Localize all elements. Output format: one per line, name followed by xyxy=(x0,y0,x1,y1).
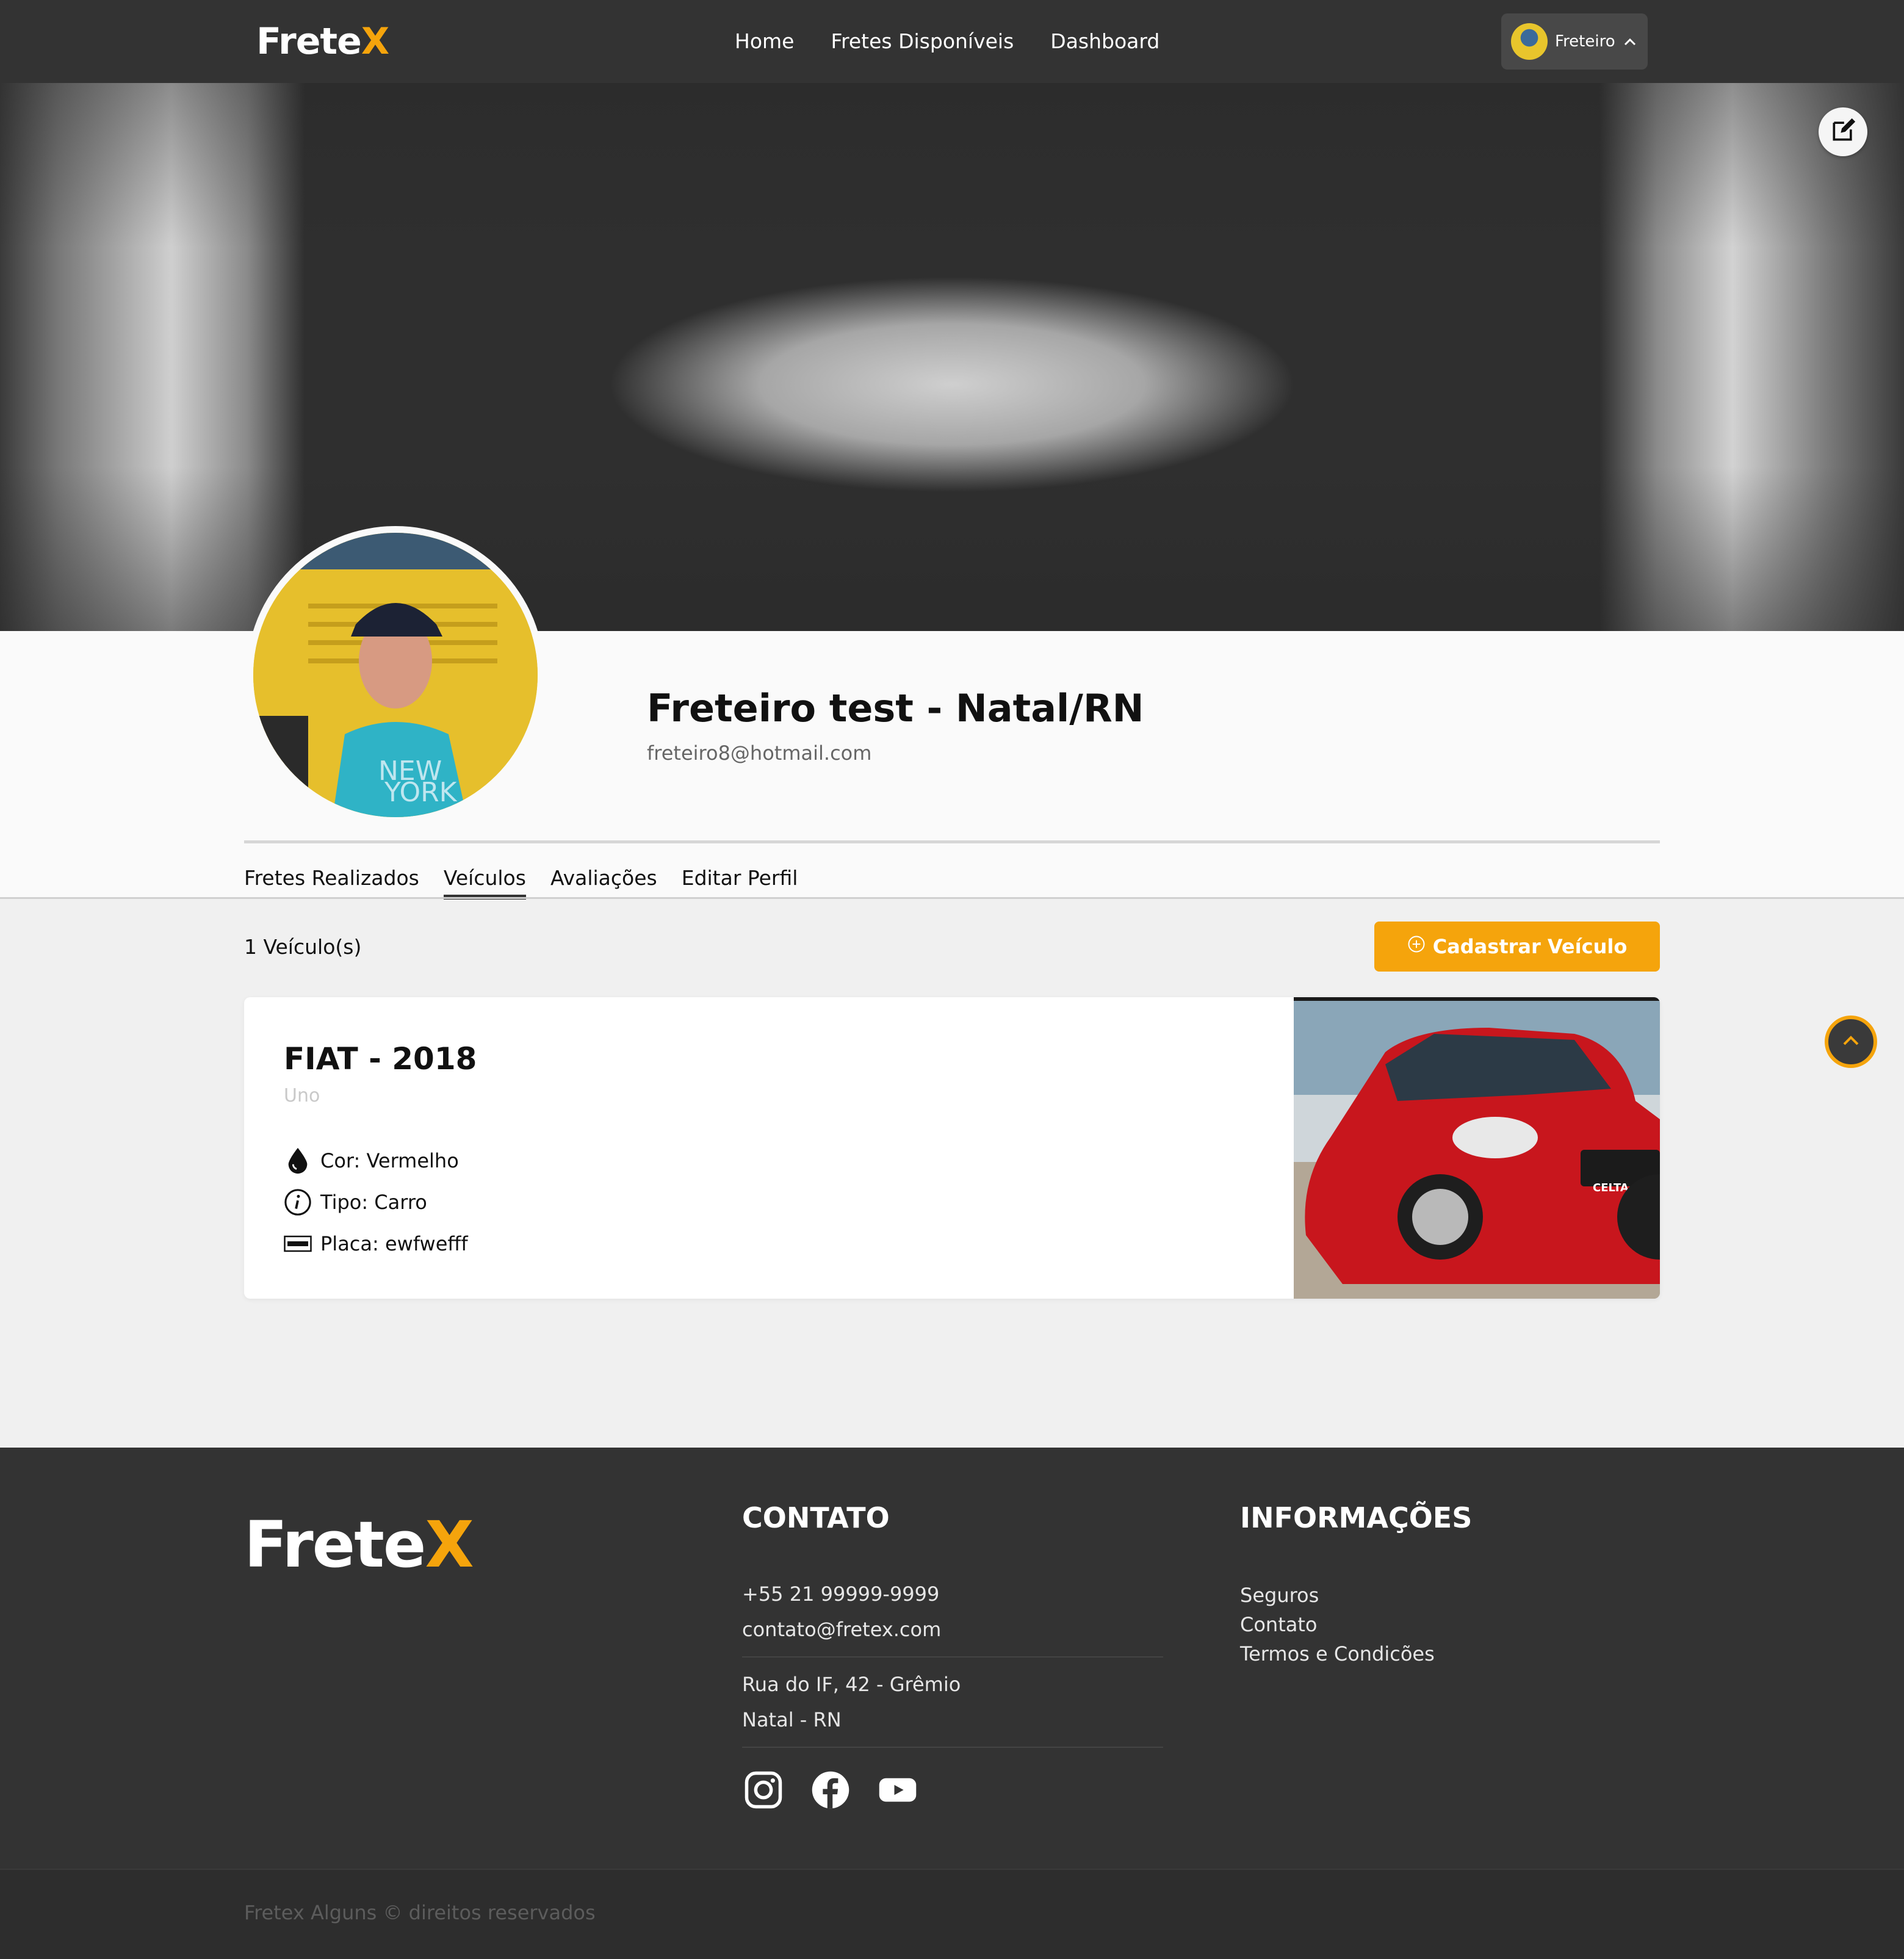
vehicle-photo-text: CELTA xyxy=(1593,1182,1629,1194)
footer-link-seguros[interactable]: Seguros xyxy=(1240,1581,1319,1610)
footer-info-heading: INFORMAÇÕES xyxy=(1240,1501,1473,1534)
vehicle-card[interactable]: FIAT - 2018 Uno Cor: Vermelho Tipo: Carr… xyxy=(244,997,1660,1299)
vehicle-model: Uno xyxy=(284,1085,320,1106)
tab-editar-perfil[interactable]: Editar Perfil xyxy=(682,860,798,896)
info-icon xyxy=(284,1188,312,1216)
user-menu-label: Freteiro xyxy=(1555,32,1615,51)
youtube-icon[interactable] xyxy=(876,1769,919,1811)
vehicle-type-row: Tipo: Carro xyxy=(284,1188,427,1217)
profile-name: Freteiro test - Natal/RN xyxy=(647,686,1144,731)
vehicle-color: Cor: Vermelho xyxy=(320,1149,459,1172)
footer-address-line2: Natal - RN xyxy=(742,1708,842,1731)
instagram-icon[interactable] xyxy=(742,1769,785,1811)
vehicle-count: 1 Veículo(s) xyxy=(244,935,362,959)
footer-address-line1: Rua do IF, 42 - Grêmio xyxy=(742,1673,961,1696)
footer-link-termos[interactable]: Termos e Condicões xyxy=(1240,1639,1435,1669)
edit-cover-button[interactable] xyxy=(1819,107,1867,156)
profile-avatar-frame: NEW YORK xyxy=(247,526,544,824)
vehicle-type: Tipo: Carro xyxy=(320,1191,427,1214)
tab-veiculos[interactable]: Veículos xyxy=(443,860,527,900)
scroll-to-top-button[interactable] xyxy=(1825,1016,1877,1068)
footer-phone[interactable]: +55 21 99999-9999 xyxy=(742,1579,939,1609)
droplet-icon xyxy=(284,1147,312,1175)
plus-circle-icon xyxy=(1407,935,1426,958)
copyright-text: Fretex Alguns © direitos reservados xyxy=(244,1901,596,1924)
footer-contact-heading: CONTATO xyxy=(742,1501,890,1534)
nav-dashboard-link[interactable]: Dashboard xyxy=(1050,27,1159,56)
chevron-up-icon xyxy=(1842,1034,1860,1049)
profile-divider xyxy=(244,840,1660,843)
top-navbar: FreteX Home Fretes Disponíveis Dashboard… xyxy=(0,0,1904,83)
facebook-icon[interactable] xyxy=(809,1769,852,1811)
profile-email: freteiro8@hotmail.com xyxy=(647,741,872,765)
social-links xyxy=(742,1769,919,1811)
profile-avatar[interactable]: NEW YORK xyxy=(253,533,538,817)
footer-email[interactable]: contato@fretex.com xyxy=(742,1615,941,1644)
vehicle-plate: Placa: ewfwefff xyxy=(320,1232,468,1255)
cover-image xyxy=(0,83,1904,631)
nav-fretes-link[interactable]: Fretes Disponíveis xyxy=(831,27,1014,56)
add-vehicle-label: Cadastrar Veículo xyxy=(1432,935,1628,958)
footer-brand-logo: FreteX xyxy=(244,1507,474,1582)
profile-tabs: Fretes Realizados Veículos Avaliações Ed… xyxy=(244,860,798,900)
footer-link-contato[interactable]: Contato xyxy=(1240,1610,1317,1639)
vehicle-title: FIAT - 2018 xyxy=(284,1041,477,1077)
main-nav: Home Fretes Disponíveis Dashboard xyxy=(735,27,1159,56)
tab-fretes-realizados[interactable]: Fretes Realizados xyxy=(244,860,419,896)
add-vehicle-button[interactable]: Cadastrar Veículo xyxy=(1374,922,1660,972)
edit-icon xyxy=(1830,117,1856,146)
brand-logo[interactable]: FreteX xyxy=(256,17,389,66)
nav-home-link[interactable]: Home xyxy=(735,27,794,56)
svg-text:YORK: YORK xyxy=(384,777,458,808)
vehicle-photo: CELTA xyxy=(1294,997,1660,1299)
tabs-divider xyxy=(0,897,1904,899)
user-avatar xyxy=(1511,23,1548,60)
chevron-up-icon xyxy=(1624,34,1636,49)
tab-avaliacoes[interactable]: Avaliações xyxy=(550,860,657,896)
vehicle-color-row: Cor: Vermelho xyxy=(284,1146,459,1175)
user-menu-button[interactable]: Freteiro xyxy=(1501,13,1648,70)
license-plate-icon xyxy=(284,1230,312,1258)
vehicle-plate-row: Placa: ewfwefff xyxy=(284,1229,468,1258)
footer-divider xyxy=(742,1656,1163,1658)
footer-divider xyxy=(742,1747,1163,1748)
